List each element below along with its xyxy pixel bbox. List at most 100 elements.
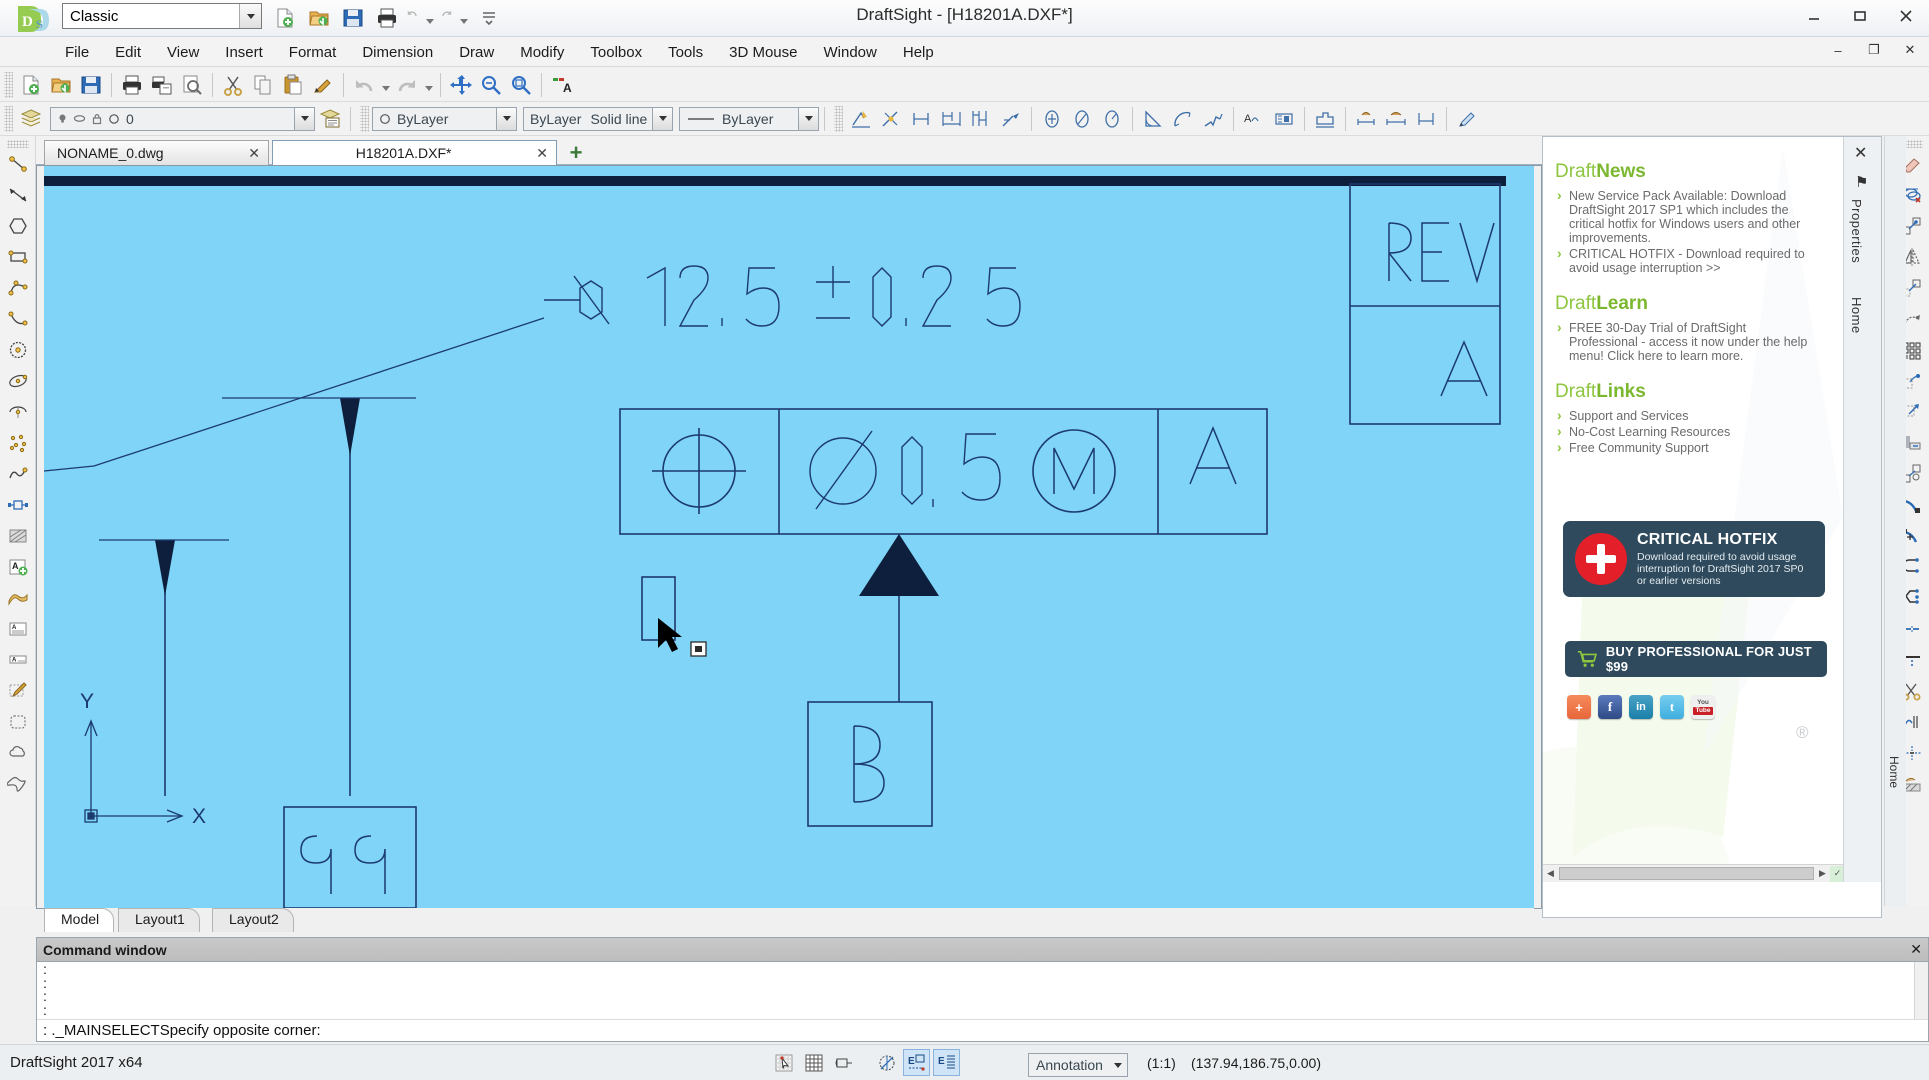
toolbar-grip[interactable]: [4, 105, 13, 132]
arc-length-dimension-icon[interactable]: [1168, 104, 1198, 134]
command-prompt[interactable]: : ._MAINSELECTSpecify opposite corner:: [37, 1019, 1928, 1041]
redo-icon[interactable]: [392, 70, 422, 100]
freehand-icon[interactable]: [3, 458, 33, 489]
undo-icon[interactable]: [406, 4, 419, 32]
entity-track-toggle[interactable]: E: [933, 1049, 960, 1076]
command-window-scrollbar[interactable]: [1914, 962, 1928, 1019]
quick-dimension-icon[interactable]: [846, 104, 876, 134]
center-mark-icon[interactable]: [1037, 104, 1067, 134]
layer-manager-icon[interactable]: [16, 104, 46, 134]
menu-tools[interactable]: Tools: [655, 40, 716, 65]
youtube-icon[interactable]: You Tube: [1691, 695, 1715, 719]
angular-dimension-icon[interactable]: [1138, 104, 1168, 134]
toolbar-grip[interactable]: [4, 71, 13, 98]
edit-dimension-icon[interactable]: [1351, 104, 1381, 134]
copy-icon[interactable]: [248, 70, 278, 100]
layout-tab-layout2[interactable]: Layout2: [212, 908, 294, 932]
tolerance-icon[interactable]: A: [1239, 104, 1269, 134]
panel-horizontal-scrollbar[interactable]: ◀ ▶ ✓: [1543, 864, 1845, 882]
spline-icon[interactable]: [3, 303, 33, 334]
redo-dropdown-icon[interactable]: [422, 71, 435, 99]
boundary-icon[interactable]: [3, 768, 33, 799]
snap-toggle[interactable]: [770, 1049, 797, 1076]
document-tab-noname[interactable]: NONAME_0.dwg ✕: [44, 140, 269, 165]
pan-icon[interactable]: [446, 70, 476, 100]
edit-annotation-icon[interactable]: [3, 675, 33, 706]
chevron-down-icon[interactable]: [798, 107, 818, 130]
ellipse-arc-icon[interactable]: [3, 396, 33, 427]
chevron-down-icon[interactable]: [239, 4, 261, 28]
line-style-combo[interactable]: ByLayer Solid line: [523, 106, 673, 131]
linear-dimension-icon[interactable]: [876, 104, 906, 134]
infinite-line-icon[interactable]: [3, 179, 33, 210]
radius-dimension-icon[interactable]: [1097, 104, 1127, 134]
paint-format-icon[interactable]: [308, 70, 338, 100]
cloud-icon[interactable]: [3, 737, 33, 768]
point-icon[interactable]: [3, 427, 33, 458]
workspace-combo[interactable]: Classic: [62, 3, 262, 29]
entity-snap-toggle[interactable]: E: [903, 1049, 930, 1076]
layer-previous-icon[interactable]: [315, 104, 345, 134]
new-drawing-icon[interactable]: [16, 70, 46, 100]
jogged-dimension-icon[interactable]: [1198, 104, 1228, 134]
baseline-dimension-icon[interactable]: [936, 104, 966, 134]
scroll-right-icon[interactable]: ▶: [1815, 866, 1830, 882]
save-drawing-icon[interactable]: [76, 70, 106, 100]
zoom-window-icon[interactable]: [506, 70, 536, 100]
arc-icon[interactable]: [3, 272, 33, 303]
document-tab-h18201a[interactable]: H18201A.DXF* ✕: [272, 140, 557, 165]
menu-window[interactable]: Window: [811, 40, 890, 65]
open-drawing-icon[interactable]: [46, 70, 76, 100]
simple-note-icon[interactable]: A: [3, 644, 33, 675]
grid-toggle[interactable]: [800, 1049, 827, 1076]
zoom-previous-icon[interactable]: [476, 70, 506, 100]
undo-dropdown-icon[interactable]: [379, 71, 392, 99]
menu-view[interactable]: View: [154, 40, 212, 65]
block-icon[interactable]: [3, 489, 33, 520]
circle-icon[interactable]: [3, 334, 33, 365]
toolbar-grip[interactable]: [834, 105, 843, 132]
menu-toolbox[interactable]: Toolbox: [577, 40, 655, 65]
menu-file[interactable]: File: [52, 40, 102, 65]
menu-format[interactable]: Format: [276, 40, 350, 65]
note-icon[interactable]: A: [3, 551, 33, 582]
continue-dimension-icon[interactable]: [966, 104, 996, 134]
new-tab-button[interactable]: +: [563, 140, 589, 165]
polygon-icon[interactable]: [3, 210, 33, 241]
close-icon[interactable]: ✕: [248, 145, 260, 162]
menu-modify[interactable]: Modify: [507, 40, 577, 65]
edit-dimension-text-icon[interactable]: [1381, 104, 1411, 134]
vertical-tab-home-lower[interactable]: Home: [1887, 756, 1901, 788]
annotation-scale-combo[interactable]: Annotation: [1028, 1053, 1128, 1077]
twitter-icon[interactable]: t: [1660, 695, 1684, 719]
pin-icon[interactable]: ⚑: [1855, 173, 1868, 191]
ellipse-icon[interactable]: [3, 365, 33, 396]
vertical-tab-home[interactable]: Home: [1849, 297, 1864, 334]
print-multiple-icon[interactable]: [147, 70, 177, 100]
toolbar-grip[interactable]: [360, 105, 369, 132]
menu-edit[interactable]: Edit: [102, 40, 154, 65]
line-color-combo[interactable]: ByLayer: [372, 106, 517, 131]
close-button[interactable]: [1893, 4, 1919, 28]
list-item[interactable]: New Service Pack Available: Download Dra…: [1555, 188, 1813, 245]
chevron-down-icon[interactable]: [294, 107, 314, 130]
close-icon[interactable]: ✕: [1910, 941, 1922, 958]
aligned-dimension-icon[interactable]: [906, 104, 936, 134]
chevron-down-icon[interactable]: [496, 107, 516, 130]
scroll-left-icon[interactable]: ◀: [1543, 866, 1558, 882]
table-icon[interactable]: A: [3, 613, 33, 644]
drawing-canvas[interactable]: Y X: [44, 166, 1534, 908]
share-icon[interactable]: +: [1567, 695, 1591, 719]
paste-icon[interactable]: [278, 70, 308, 100]
print-icon[interactable]: [372, 4, 402, 32]
toolbar-grip[interactable]: [6, 140, 29, 148]
datum-icon[interactable]: [1269, 104, 1299, 134]
undo-icon[interactable]: [349, 70, 379, 100]
open-file-icon[interactable]: [304, 4, 334, 32]
rectangle-icon[interactable]: [3, 241, 33, 272]
undo-dropdown-icon[interactable]: [423, 4, 436, 32]
redo-dropdown-icon[interactable]: [457, 4, 470, 32]
find-replace-icon[interactable]: A: [547, 70, 577, 100]
diameter-dimension-icon[interactable]: [1067, 104, 1097, 134]
dimension-painter-icon[interactable]: [1452, 104, 1482, 134]
